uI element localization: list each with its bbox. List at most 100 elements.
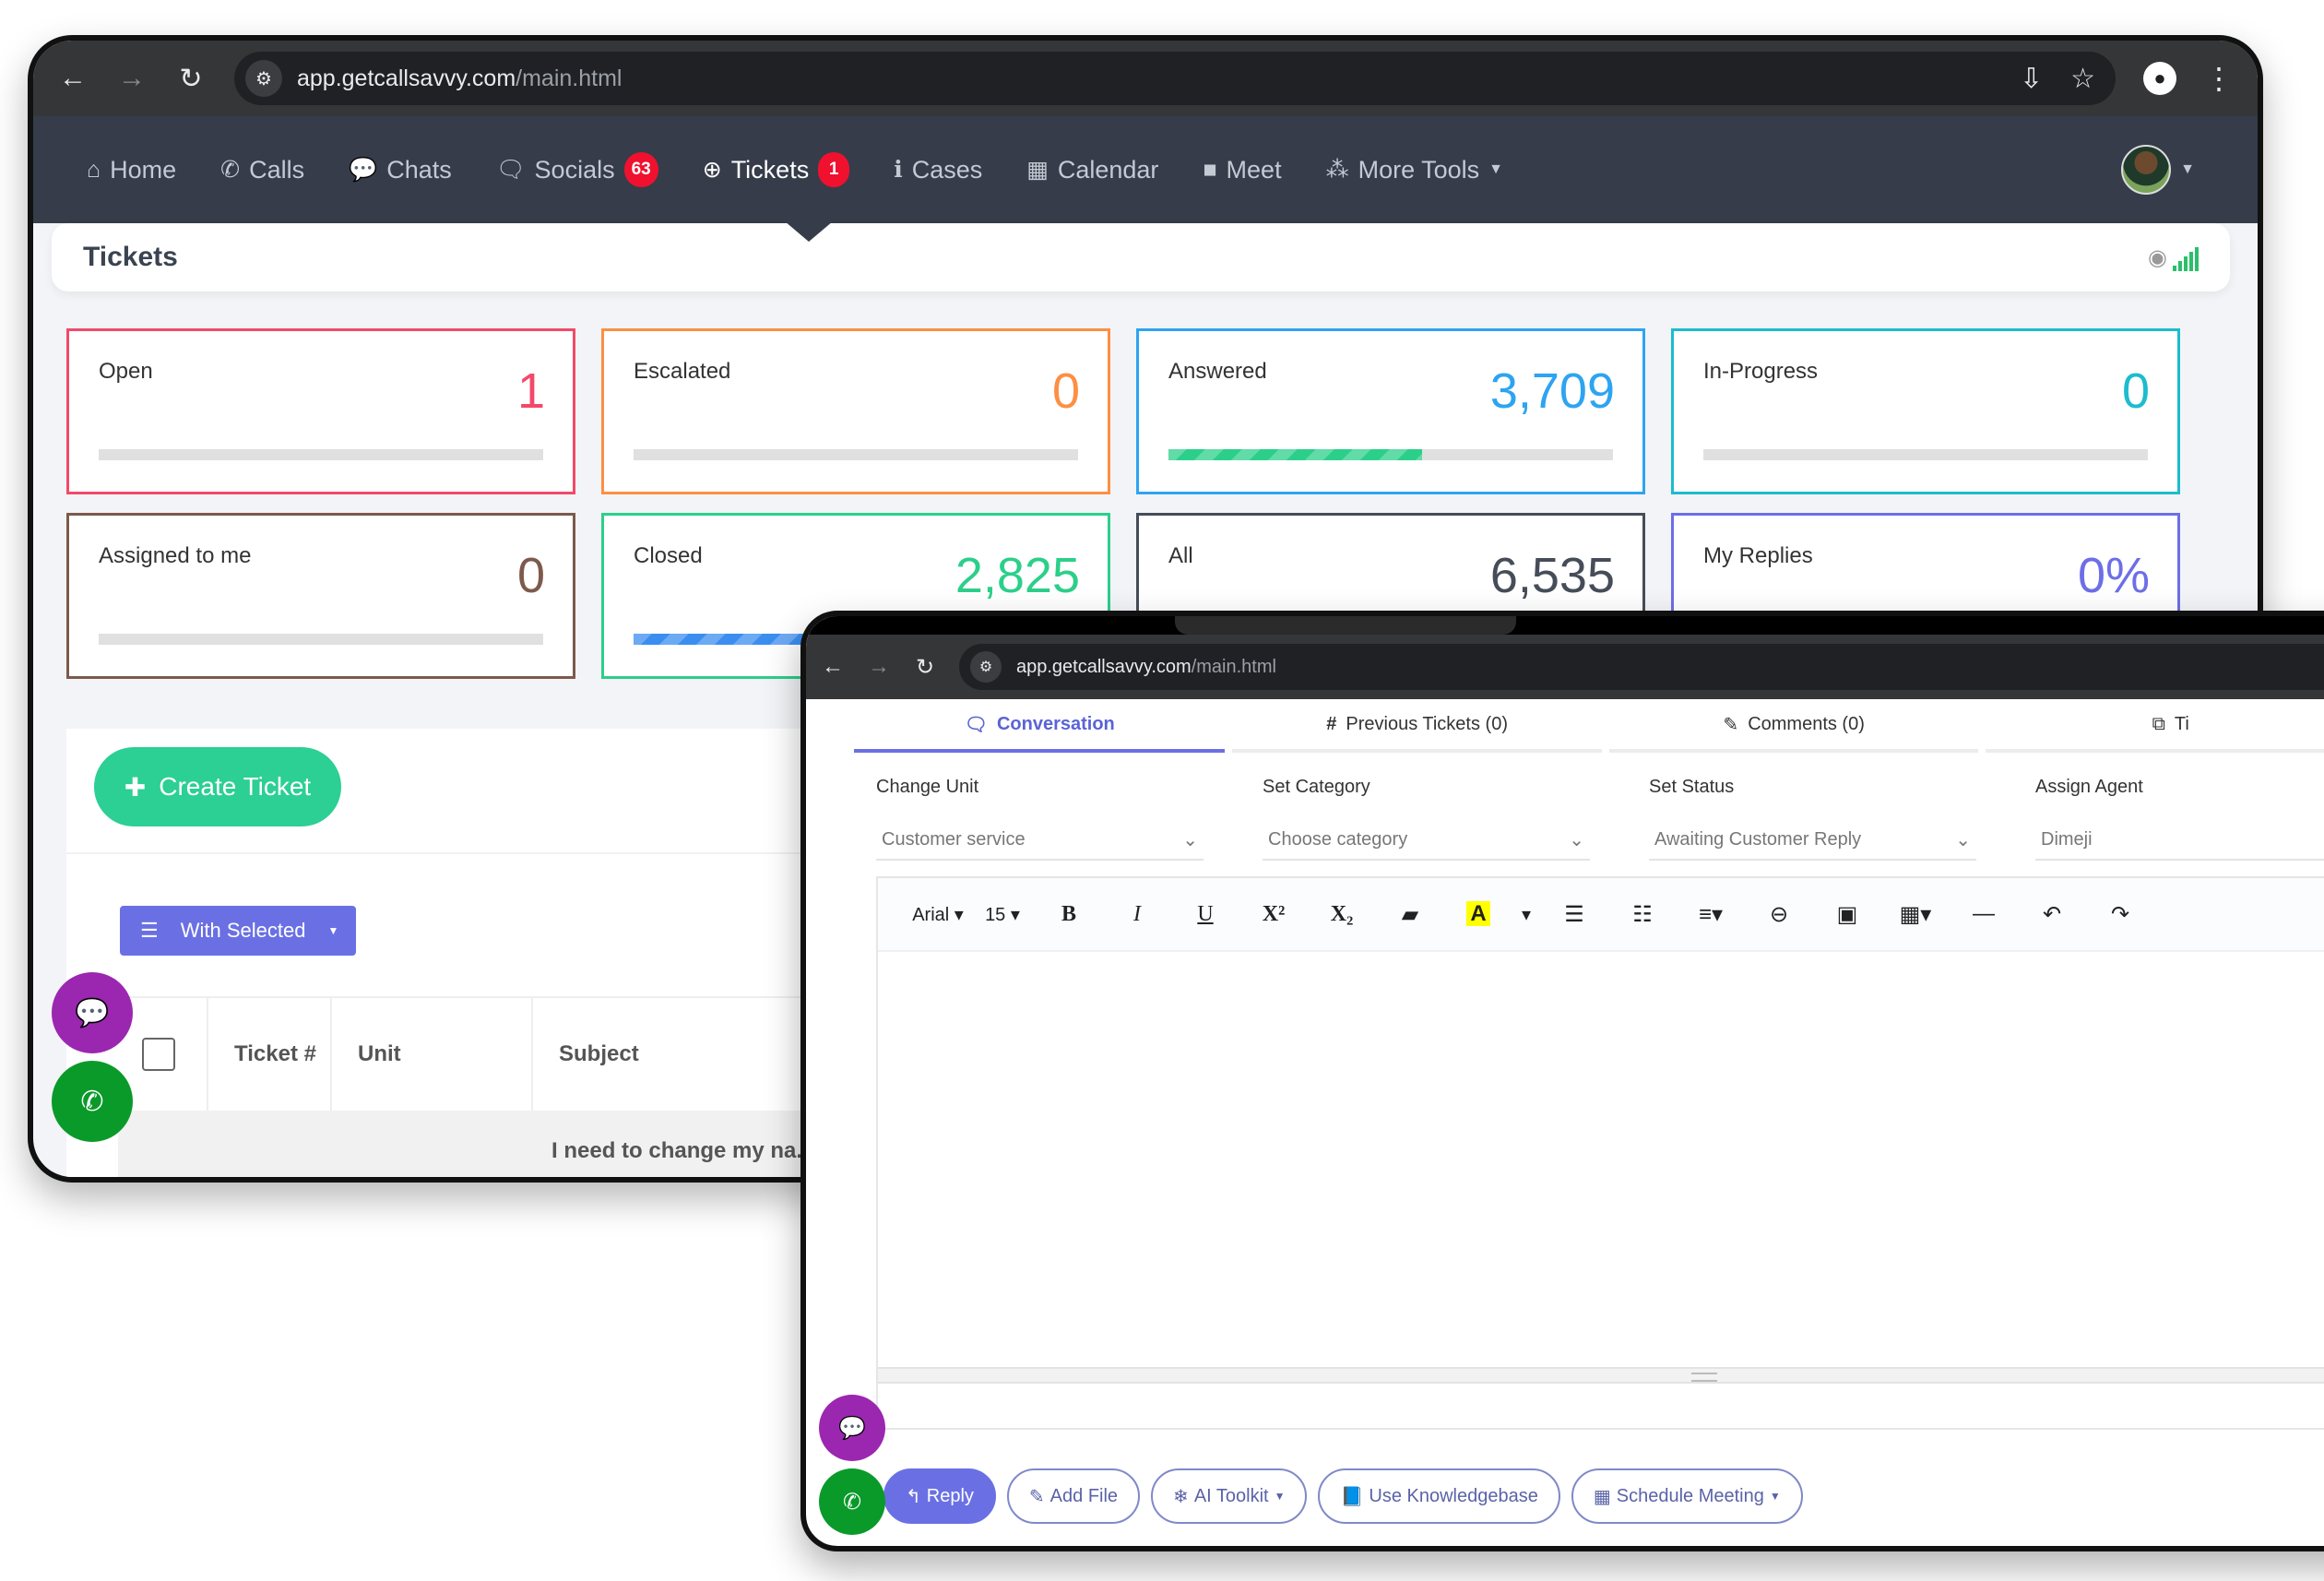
- redo-icon[interactable]: ↷: [2086, 901, 2154, 928]
- stat-card-open[interactable]: Open 1: [66, 328, 575, 494]
- stat-value: 1: [516, 363, 545, 419]
- user-menu[interactable]: ▼: [2121, 145, 2195, 195]
- chat-widget-button[interactable]: 💬: [52, 972, 133, 1053]
- chevron-down-icon: ▼: [1488, 161, 1503, 177]
- tab-label: Comments (0): [1748, 713, 1865, 734]
- bookmark-star-icon[interactable]: ☆: [2070, 63, 2095, 95]
- nav-calls[interactable]: ✆ Calls: [220, 156, 304, 184]
- nav-label: Tickets: [730, 155, 810, 184]
- highlight-color-icon[interactable]: A: [1444, 901, 1512, 927]
- column-header-ticket[interactable]: Ticket #: [208, 998, 332, 1111]
- address-bar[interactable]: ⚙ app.getcallsavvy.com/main.html: [959, 644, 2324, 690]
- book-icon: 📘: [1340, 1486, 1364, 1507]
- horizontal-rule-icon[interactable]: —: [1950, 901, 2018, 927]
- comments-icon: 🗨: [495, 156, 526, 183]
- tab-previous-tickets[interactable]: # Previous Tickets (0): [1232, 699, 1602, 753]
- nav-more-tools[interactable]: ⁂ More Tools ▼: [1326, 156, 1503, 184]
- field-label: Change Unit: [876, 777, 979, 797]
- nav-label: Calendar: [1057, 155, 1159, 184]
- video-icon: ■: [1203, 156, 1217, 183]
- nav-tickets[interactable]: ⊕ Tickets 1: [703, 152, 850, 187]
- stat-progress-fill: [634, 634, 825, 645]
- underline-icon[interactable]: U: [1171, 902, 1239, 927]
- ai-toolkit-button[interactable]: ❄ AI Toolkit ▼: [1151, 1468, 1308, 1524]
- bold-icon[interactable]: B: [1035, 902, 1103, 927]
- stat-card-escalated[interactable]: Escalated 0: [601, 328, 1110, 494]
- tab-conversation[interactable]: 🗨 Conversation: [854, 699, 1226, 753]
- chats-icon: 💬: [349, 156, 378, 183]
- stat-value: 2,825: [954, 548, 1080, 603]
- connection-status: ◉: [2148, 244, 2199, 271]
- editor-body[interactable]: [878, 952, 2324, 1367]
- nav-cases[interactable]: ℹ Cases: [894, 156, 982, 184]
- stat-progress-bar: [1168, 449, 1613, 460]
- browser-tab[interactable]: [1175, 616, 1516, 635]
- back-icon[interactable]: ←: [821, 654, 845, 680]
- create-ticket-button[interactable]: ✚ Create Ticket: [94, 747, 341, 826]
- app-navbar: ⌂ Home ✆ Calls 💬 Chats 🗨 Socials 63 ⊕ Tickets 1…: [33, 116, 2258, 223]
- reload-icon[interactable]: ↻: [913, 654, 937, 681]
- nav-label: Cases: [911, 155, 983, 184]
- superscript-icon[interactable]: X²: [1239, 902, 1308, 927]
- change-unit-select[interactable]: Customer service ⌄: [876, 820, 1204, 861]
- back-icon[interactable]: ←: [57, 63, 89, 94]
- chat-widget-button[interactable]: 💬: [819, 1395, 885, 1461]
- phone-icon: ✆: [220, 157, 241, 183]
- site-settings-icon[interactable]: ⚙: [970, 651, 1002, 683]
- editor-resize-handle[interactable]: [878, 1367, 2324, 1384]
- url-host: app.getcallsavvy.com: [297, 65, 516, 91]
- signal-bars-icon: [2173, 246, 2199, 271]
- chevron-down-icon[interactable]: ▾: [1512, 903, 1540, 926]
- site-settings-icon[interactable]: ⚙: [245, 60, 282, 97]
- link-icon[interactable]: ⊖: [1745, 901, 1813, 928]
- column-header-unit[interactable]: Unit: [332, 998, 533, 1111]
- reply-button[interactable]: ↰ Reply: [883, 1468, 996, 1524]
- nav-socials[interactable]: 🗨 Socials 63: [496, 152, 658, 187]
- avatar[interactable]: [2121, 145, 2172, 195]
- nav-home[interactable]: ⌂ Home: [87, 156, 176, 184]
- address-bar[interactable]: ⚙ app.getcallsavvy.com/main.html ⇩ ☆: [234, 52, 2116, 105]
- tab-ticket-other[interactable]: ⧉ Ti: [1986, 699, 2324, 753]
- italic-icon[interactable]: I: [1103, 902, 1171, 927]
- call-widget-button[interactable]: ✆: [819, 1468, 885, 1535]
- stat-card-in-progress[interactable]: In-Progress 0: [1671, 328, 2180, 494]
- bullet-list-icon[interactable]: ☰: [1540, 901, 1608, 928]
- align-icon[interactable]: ≡▾: [1677, 901, 1745, 928]
- menu-kebab-icon[interactable]: ⋮: [2204, 61, 2234, 96]
- reply-browser-window: ← → ↻ ⚙ app.getcallsavvy.com/main.html 🗨…: [800, 611, 2324, 1551]
- table-icon[interactable]: ▦▾: [1881, 901, 1950, 928]
- forward-icon[interactable]: →: [867, 654, 891, 680]
- nav-calendar[interactable]: ▦ Calendar: [1026, 156, 1158, 184]
- nav-chats[interactable]: 💬 Chats: [349, 156, 452, 184]
- profile-icon[interactable]: ●: [2143, 62, 2176, 95]
- edit-icon: ✎: [1723, 714, 1739, 735]
- assign-agent-select[interactable]: Dimeji: [2035, 820, 2324, 861]
- forward-icon[interactable]: →: [116, 63, 148, 94]
- stat-card-answered[interactable]: Answered 3,709: [1136, 328, 1645, 494]
- undo-icon[interactable]: ↶: [2018, 901, 2086, 928]
- font-family-dropdown[interactable]: Arial ▾: [906, 903, 970, 926]
- add-file-button[interactable]: ✎ Add File: [1006, 1468, 1141, 1524]
- install-app-icon[interactable]: ⇩: [2020, 63, 2043, 95]
- nav-meet[interactable]: ■ Meet: [1203, 156, 1281, 184]
- subscript-icon[interactable]: X₂: [1308, 902, 1376, 927]
- select-all-checkbox[interactable]: [142, 1038, 175, 1071]
- paperclip-icon: ✎: [1028, 1486, 1045, 1507]
- set-status-select[interactable]: Awaiting Customer Reply ⌄: [1649, 820, 1976, 861]
- reload-icon[interactable]: ↻: [175, 63, 207, 95]
- select-value: Customer service: [882, 828, 1026, 850]
- stat-card-assigned-to-me[interactable]: Assigned to me 0: [66, 513, 575, 679]
- call-widget-button[interactable]: ✆: [52, 1061, 133, 1142]
- image-icon[interactable]: ▣: [1813, 901, 1881, 928]
- set-category-select[interactable]: Choose category ⌄: [1263, 820, 1590, 861]
- font-size-dropdown[interactable]: 15 ▾: [970, 903, 1035, 926]
- eraser-icon[interactable]: ▰: [1376, 901, 1444, 928]
- nav-label: Chats: [386, 155, 452, 184]
- reply-icon: ↰: [906, 1486, 921, 1507]
- with-selected-dropdown[interactable]: ☰ With Selected ▼: [120, 906, 356, 956]
- use-knowledgebase-button[interactable]: 📘 Use Knowledgebase: [1318, 1468, 1560, 1524]
- numbered-list-icon[interactable]: ☷: [1608, 901, 1677, 928]
- tab-comments[interactable]: ✎ Comments (0): [1608, 699, 1979, 753]
- chat-icon: 🗨: [964, 714, 988, 735]
- schedule-meeting-button[interactable]: ▦ Schedule Meeting ▼: [1571, 1468, 1803, 1524]
